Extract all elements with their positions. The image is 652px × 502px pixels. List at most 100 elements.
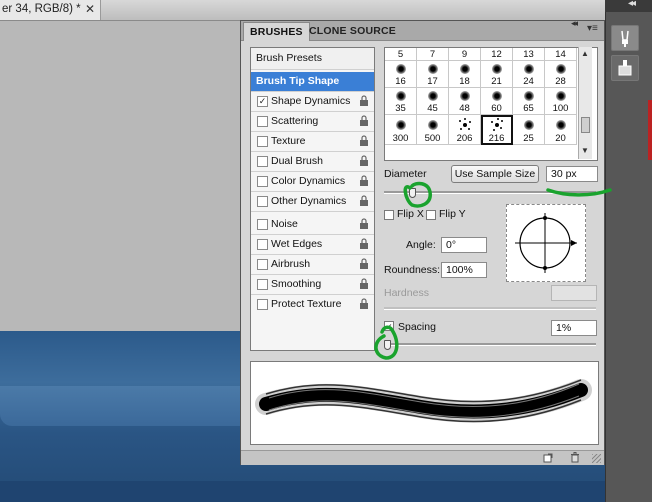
preset-cell[interactable]: 206 — [449, 115, 481, 145]
lock-icon[interactable] — [359, 195, 369, 206]
trash-icon[interactable] — [570, 452, 580, 463]
preset-size: 35 — [395, 103, 406, 114]
roundness-field[interactable]: 100% — [441, 262, 487, 278]
lock-icon[interactable] — [359, 155, 369, 166]
section-dual-brush[interactable]: Dual Brush — [251, 152, 374, 172]
section-label: Smoothing — [271, 278, 322, 290]
lock-icon[interactable] — [359, 135, 369, 146]
diameter-slider-handle[interactable] — [408, 188, 416, 198]
dock-accent — [648, 100, 652, 160]
lock-icon[interactable] — [359, 175, 369, 186]
section-smoothing[interactable]: Smoothing — [251, 275, 374, 295]
preset-cell[interactable]: 18 — [449, 61, 481, 88]
spacing-slider-handle[interactable] — [384, 340, 391, 350]
diameter-label: Diameter — [384, 168, 427, 180]
lock-icon[interactable] — [359, 218, 369, 229]
tab-clone-source[interactable]: CLONE SOURCE — [303, 22, 402, 40]
preset-size: 5 — [397, 49, 404, 60]
checkbox[interactable] — [257, 116, 268, 127]
document-tab-bar: er 34, RGB/8) * ✕ — [0, 0, 605, 21]
preset-cell[interactable]: 300 — [385, 115, 417, 145]
preset-cell[interactable]: 24 — [513, 61, 545, 88]
preset-cell[interactable]: 14 — [545, 48, 577, 61]
new-preset-icon[interactable] — [543, 453, 553, 463]
checkbox[interactable] — [257, 196, 268, 207]
preset-cell[interactable]: 35 — [385, 88, 417, 115]
use-sample-size-button[interactable]: Use Sample Size — [451, 165, 539, 183]
section-protect-texture[interactable]: Protect Texture — [251, 295, 374, 314]
preset-cell[interactable]: 7 — [417, 48, 449, 61]
checkbox[interactable] — [257, 259, 268, 270]
angle-roundness-widget[interactable] — [506, 204, 586, 282]
section-shape-dynamics[interactable]: ✓ Shape Dynamics — [251, 92, 374, 112]
section-color-dynamics[interactable]: Color Dynamics — [251, 172, 374, 192]
preset-cell[interactable]: 5 — [385, 48, 417, 61]
preset-cell[interactable]: 17 — [417, 61, 449, 88]
preset-grid-scrollbar[interactable]: ▲ ▼ — [578, 47, 592, 159]
preset-cell[interactable]: 65 — [513, 88, 545, 115]
checkbox[interactable] — [257, 136, 268, 147]
lock-icon[interactable] — [359, 95, 369, 106]
resize-grip-icon[interactable] — [592, 454, 601, 463]
scroll-thumb[interactable] — [581, 117, 590, 133]
preset-size: 216 — [488, 133, 505, 144]
close-icon[interactable]: ✕ — [85, 2, 95, 16]
checkbox[interactable] — [257, 239, 268, 250]
angle-field[interactable]: 0° — [441, 237, 487, 253]
preset-cell[interactable]: 16 — [385, 61, 417, 88]
preset-cell[interactable]: 45 — [417, 88, 449, 115]
checkbox[interactable] — [257, 299, 268, 310]
spacing-field[interactable]: 1% — [551, 320, 597, 336]
scroll-up-icon[interactable]: ▲ — [581, 49, 589, 58]
preset-cell[interactable]: 60 — [481, 88, 513, 115]
section-texture[interactable]: Texture — [251, 132, 374, 152]
flip-y-checkbox[interactable] — [426, 210, 436, 220]
lock-icon[interactable] — [359, 258, 369, 269]
spacing-checkbox[interactable]: ✓ — [384, 321, 394, 332]
preset-size: 500 — [424, 133, 441, 144]
checkbox[interactable] — [257, 156, 268, 167]
checkbox[interactable] — [257, 279, 268, 290]
tab-brushes[interactable]: BRUSHES — [243, 22, 310, 41]
spacing-label: Spacing — [398, 321, 436, 333]
section-brush-tip-shape[interactable]: Brush Tip Shape — [251, 72, 374, 92]
preset-cell[interactable]: 48 — [449, 88, 481, 115]
section-airbrush[interactable]: Airbrush — [251, 255, 374, 275]
preset-size: 18 — [459, 76, 470, 87]
lock-icon[interactable] — [359, 115, 369, 126]
section-scattering[interactable]: Scattering — [251, 112, 374, 132]
section-other-dynamics[interactable]: Other Dynamics — [251, 192, 374, 212]
scroll-down-icon[interactable]: ▼ — [581, 146, 589, 155]
diameter-field[interactable]: 30 px — [546, 166, 598, 182]
panel-collapse-icon[interactable]: ◂◂ — [571, 18, 578, 29]
spacing-slider[interactable] — [384, 343, 596, 346]
lock-icon[interactable] — [359, 278, 369, 289]
preset-cell[interactable]: 21 — [481, 61, 513, 88]
diameter-slider[interactable] — [384, 191, 596, 194]
clone-source-icon[interactable] — [611, 55, 639, 81]
roundness-label: Roundness: — [384, 264, 441, 276]
checkbox[interactable] — [257, 176, 268, 187]
checkbox[interactable]: ✓ — [257, 96, 268, 107]
checkbox[interactable] — [257, 219, 268, 230]
panel-footer — [241, 450, 604, 465]
preset-cell[interactable]: 9 — [449, 48, 481, 61]
panel-menu-icon[interactable]: ▾≡ — [587, 23, 598, 34]
preset-cell[interactable]: 12 — [481, 48, 513, 61]
collapse-icon[interactable]: ◂◂ — [628, 0, 636, 9]
section-noise[interactable]: Noise — [251, 215, 374, 235]
preset-cell[interactable]: 100 — [545, 88, 577, 115]
lock-icon[interactable] — [359, 298, 369, 309]
preset-cell[interactable]: 13 — [513, 48, 545, 61]
preset-cell[interactable]: 28 — [545, 61, 577, 88]
preset-cell[interactable]: 20 — [545, 115, 577, 145]
section-brush-presets[interactable]: Brush Presets — [251, 48, 374, 70]
flip-x-checkbox[interactable] — [384, 210, 394, 220]
preset-cell[interactable]: 25 — [513, 115, 545, 145]
brush-presets-icon[interactable] — [611, 25, 639, 51]
preset-cell[interactable]: 500 — [417, 115, 449, 145]
section-wet-edges[interactable]: Wet Edges — [251, 235, 374, 255]
preset-cell-selected[interactable]: 216 — [481, 115, 513, 145]
document-tab[interactable]: er 34, RGB/8) * ✕ — [0, 0, 101, 20]
lock-icon[interactable] — [359, 238, 369, 249]
